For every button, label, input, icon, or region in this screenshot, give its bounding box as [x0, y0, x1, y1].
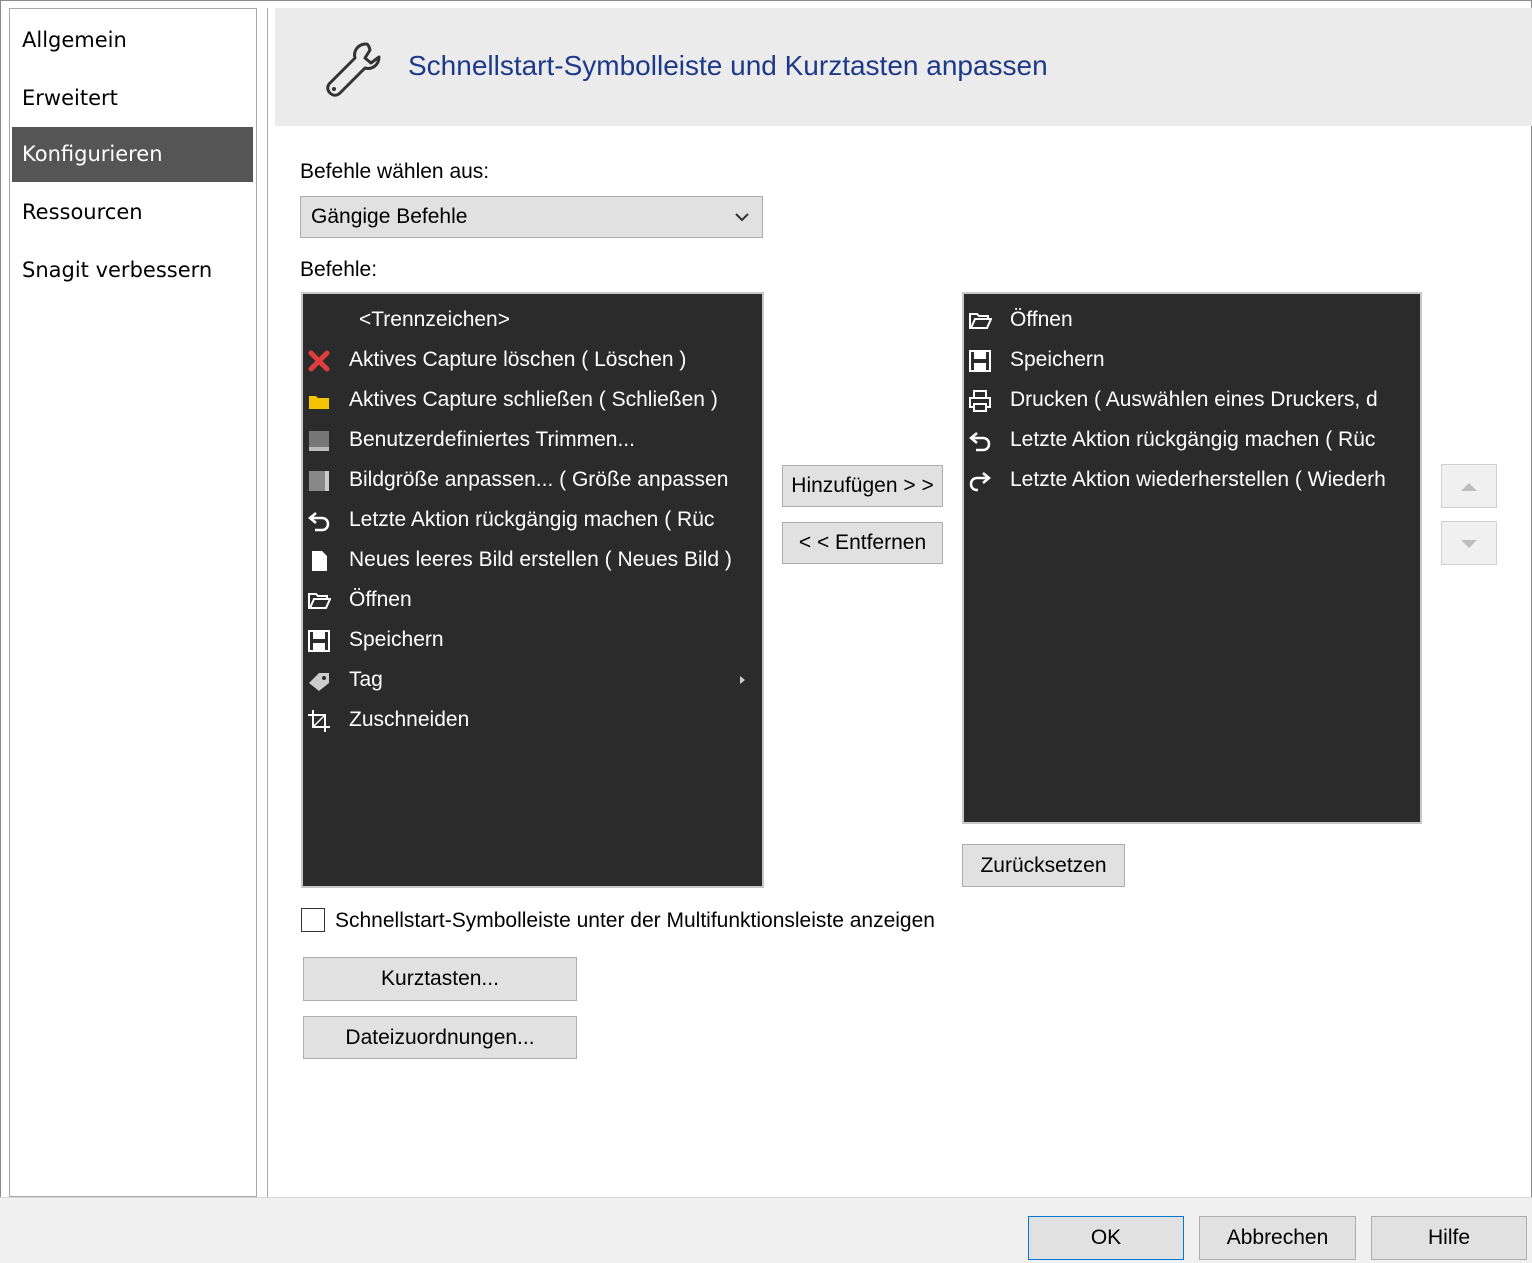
trim-icon	[309, 431, 329, 451]
tag-icon	[309, 673, 329, 691]
list-item[interactable]: Zuschneiden	[307, 700, 757, 740]
list-item[interactable]: Benutzerdefiniertes Trimmen...	[307, 420, 757, 460]
list-item[interactable]: Speichern	[307, 620, 757, 660]
chevron-down-icon	[735, 213, 749, 222]
help-button[interactable]: Hilfe	[1371, 1216, 1527, 1260]
undo-icon	[308, 512, 330, 532]
sidebar: Allgemein Erweitert Konfigurieren Ressou…	[9, 8, 257, 1197]
delete-x-icon	[308, 350, 330, 372]
sidebar-item-snagit-verbessern[interactable]: Snagit verbessern	[12, 243, 253, 298]
commands-list[interactable]: <Trennzeichen> Aktives Capture löschen (…	[301, 292, 764, 888]
sidebar-item-ressourcen[interactable]: Ressourcen	[12, 185, 253, 240]
submenu-arrow-icon	[740, 676, 745, 684]
open-folder-icon	[308, 593, 331, 609]
list-item[interactable]: Letzte Aktion rückgängig machen ( Rüc	[968, 420, 1418, 460]
open-folder-icon	[969, 313, 992, 329]
commands-from-select[interactable]: Gängige Befehle	[300, 196, 763, 238]
show-toolbar-below-ribbon-checkbox[interactable]	[301, 908, 325, 932]
wrench-icon	[326, 42, 381, 97]
file-associations-button[interactable]: Dateizuordnungen...	[303, 1016, 577, 1059]
list-item[interactable]: Bildgröße anpassen... ( Größe anpassen	[307, 460, 757, 500]
sidebar-item-konfigurieren[interactable]: Konfigurieren	[12, 127, 253, 182]
list-item[interactable]: Aktives Capture schließen ( Schließen )	[307, 380, 757, 420]
move-up-button[interactable]	[1441, 464, 1497, 508]
add-button[interactable]: Hinzufügen > >	[782, 465, 943, 507]
list-item[interactable]: Tag	[307, 660, 757, 700]
triangle-down-icon	[1461, 540, 1477, 548]
triangle-up-icon	[1461, 483, 1477, 491]
commands-label: Befehle:	[300, 258, 378, 281]
list-item[interactable]: <Trennzeichen>	[307, 300, 757, 340]
resize-icon	[309, 471, 329, 491]
list-item[interactable]: Aktives Capture löschen ( Löschen )	[307, 340, 757, 380]
print-icon	[969, 390, 991, 412]
list-item[interactable]: Letzte Aktion rückgängig machen ( Rüc	[307, 500, 757, 540]
remove-button[interactable]: < < Entfernen	[782, 522, 943, 564]
list-item[interactable]: Neues leeres Bild erstellen ( Neues Bild…	[307, 540, 757, 580]
ok-button[interactable]: OK	[1028, 1216, 1184, 1260]
list-item[interactable]: Letzte Aktion wiederherstellen ( Wiederh	[968, 460, 1418, 500]
cancel-button[interactable]: Abbrechen	[1199, 1216, 1356, 1260]
folder-icon	[309, 396, 329, 409]
page-title: Schnellstart-Symbolleiste und Kurztasten…	[408, 50, 1048, 81]
new-document-icon	[312, 551, 327, 571]
sidebar-item-erweitert[interactable]: Erweitert	[12, 71, 253, 126]
sidebar-item-allgemein[interactable]: Allgemein	[12, 13, 253, 68]
show-toolbar-below-ribbon-label: Schnellstart-Symbolleiste unter der Mult…	[335, 909, 935, 932]
redo-icon	[969, 472, 991, 492]
shortcuts-button[interactable]: Kurztasten...	[303, 957, 577, 1001]
page-header: Schnellstart-Symbolleiste und Kurztasten…	[275, 8, 1532, 126]
divider	[267, 8, 268, 1198]
list-item[interactable]: Öffnen	[307, 580, 757, 620]
crop-icon	[308, 710, 330, 732]
move-down-button[interactable]	[1441, 521, 1497, 565]
save-icon	[308, 630, 330, 652]
toolbar-commands-list[interactable]: Öffnen Speichern Drucken ( Auswählen ein…	[962, 292, 1422, 824]
undo-icon	[969, 432, 991, 452]
save-icon	[969, 350, 991, 372]
reset-button[interactable]: Zurücksetzen	[962, 844, 1125, 887]
commands-from-label: Befehle wählen aus:	[300, 160, 490, 183]
list-item[interactable]: Speichern	[968, 340, 1418, 380]
commands-from-value: Gängige Befehle	[311, 205, 468, 228]
list-item[interactable]: Drucken ( Auswählen eines Druckers, d	[968, 380, 1418, 420]
list-item[interactable]: Öffnen	[968, 300, 1418, 340]
